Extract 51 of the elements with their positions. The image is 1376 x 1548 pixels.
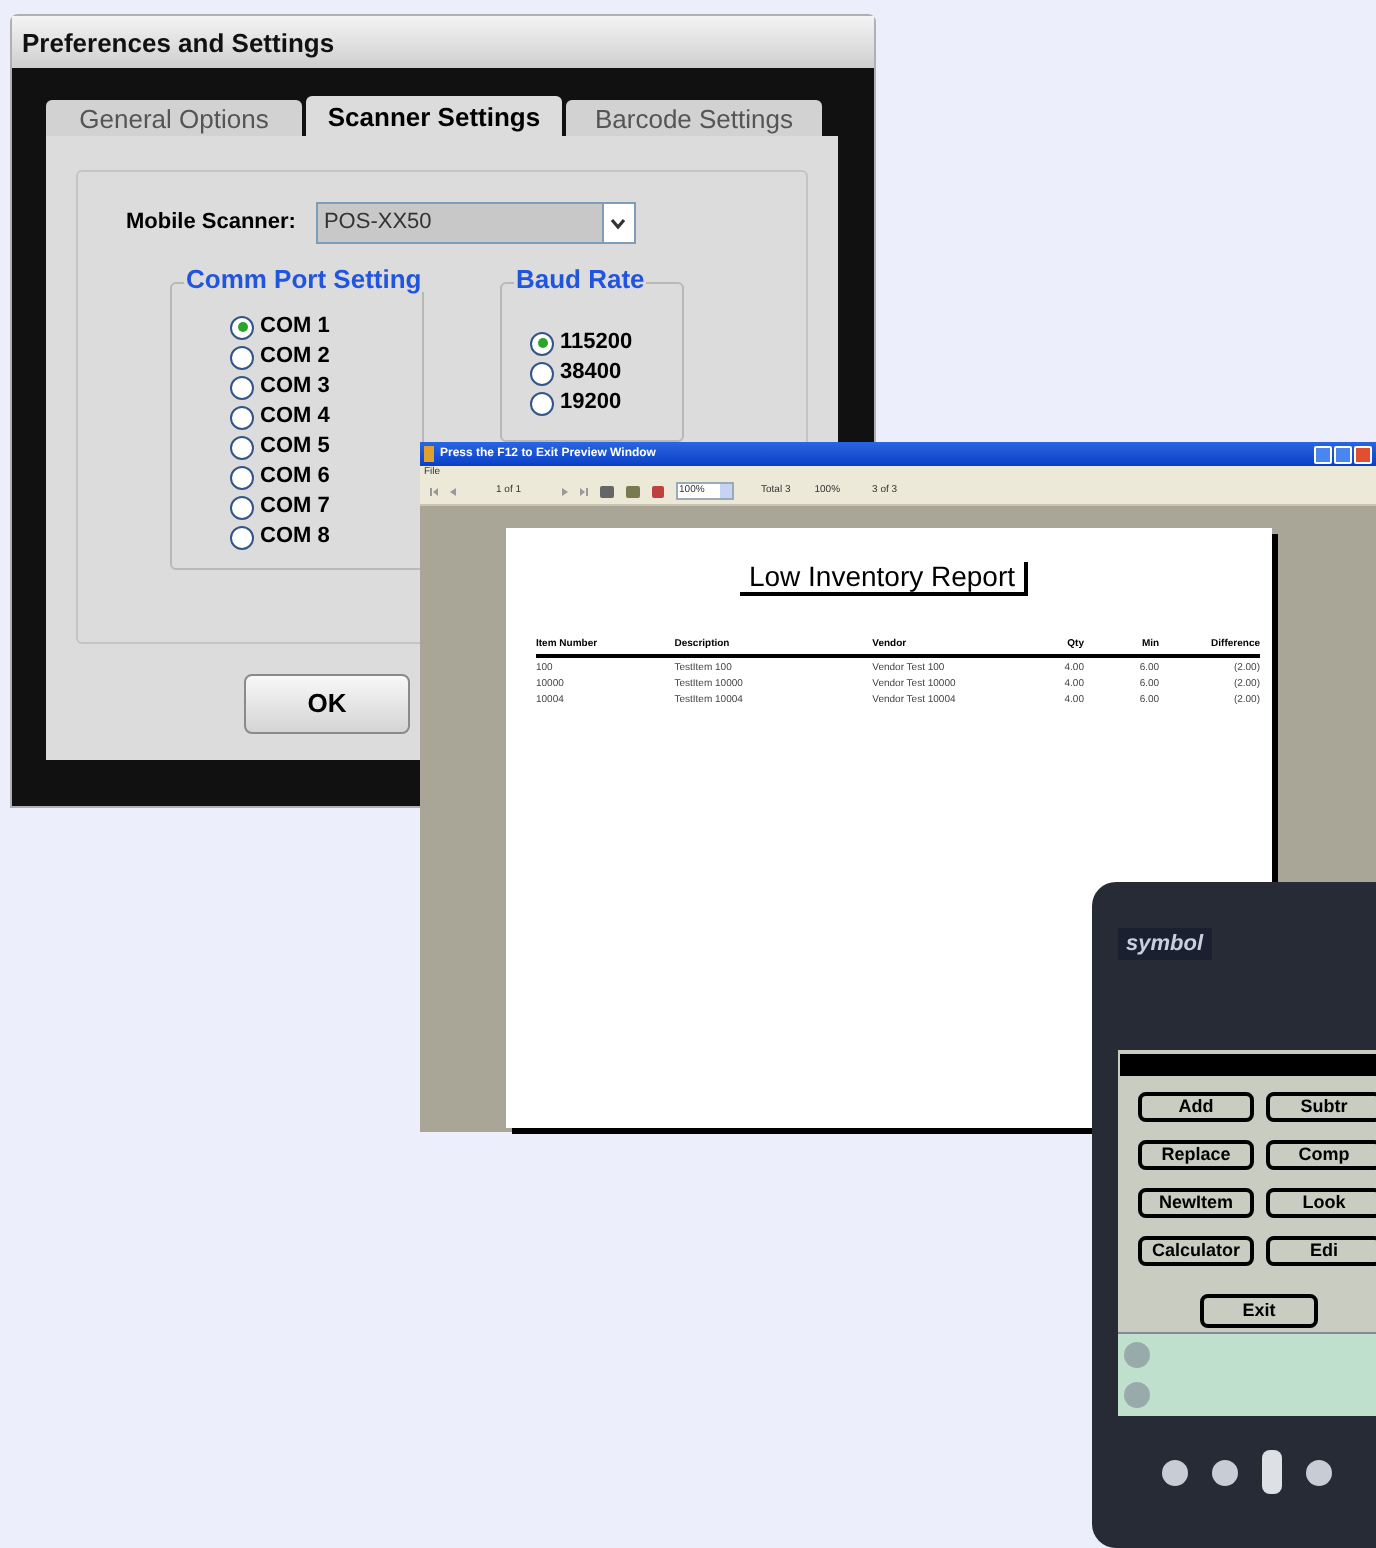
radio-button[interactable]: [230, 435, 254, 459]
radio-label: COM 1: [260, 316, 330, 338]
hardware-key-icon[interactable]: [1306, 1459, 1332, 1485]
group-title: Baud Rate: [514, 266, 647, 292]
app-icon: [424, 446, 434, 462]
device-button[interactable]: Comp: [1266, 1140, 1376, 1171]
ok-button[interactable]: OK: [244, 674, 410, 734]
device-button[interactable]: Replace: [1138, 1140, 1254, 1171]
radio-label: COM 2: [260, 346, 330, 368]
radio-label: 115200: [560, 332, 633, 354]
tab[interactable]: Barcode Settings: [566, 100, 822, 136]
device-button[interactable]: Calculator: [1138, 1236, 1254, 1267]
radio-label: COM 4: [260, 406, 330, 428]
minimize-icon[interactable]: [1314, 445, 1332, 463]
radio-label: COM 8: [260, 526, 330, 548]
tab[interactable]: General Options: [46, 100, 302, 136]
scanner-select[interactable]: POS-XX50: [315, 202, 636, 244]
radio-button[interactable]: [230, 495, 254, 519]
device-button[interactable]: Exit: [1200, 1294, 1318, 1329]
device-button[interactable]: Edi: [1266, 1236, 1376, 1267]
field-label: Mobile Scanner:: [126, 208, 296, 239]
hardware-key-icon[interactable]: [1162, 1459, 1188, 1485]
radio-label: 38400: [560, 362, 622, 384]
device-button[interactable]: Add: [1138, 1092, 1254, 1123]
radio-button[interactable]: [530, 361, 554, 385]
tab[interactable]: Scanner Settings: [306, 96, 562, 136]
radio-label: 19200: [560, 392, 622, 414]
radio-button[interactable]: [230, 405, 254, 429]
report-title: Low Inventory Report: [740, 562, 1028, 596]
select-value: POS-XX50: [321, 208, 434, 239]
radio-label: COM 3: [260, 376, 330, 398]
radio-label: COM 7: [260, 496, 330, 518]
maximize-icon[interactable]: [1334, 445, 1352, 463]
phone-key-icon[interactable]: [1212, 1459, 1238, 1485]
radio-button[interactable]: [530, 391, 554, 415]
radio-label: COM 6: [260, 466, 330, 488]
radio-button[interactable]: [230, 345, 254, 369]
window-title: Preferences and Settings: [22, 29, 335, 55]
radio-button[interactable]: [230, 525, 254, 549]
group-title: Comm Port Setting: [184, 266, 424, 292]
device-button[interactable]: Subtr: [1266, 1092, 1376, 1123]
device-button[interactable]: Look: [1266, 1188, 1376, 1219]
device-button[interactable]: NewItem: [1138, 1188, 1254, 1219]
navigation-key-icon[interactable]: [1262, 1450, 1282, 1494]
radio-button[interactable]: [230, 375, 254, 399]
radio-label: COM 5: [260, 436, 330, 458]
radio-button[interactable]: [530, 331, 554, 355]
radio-button[interactable]: [230, 465, 254, 489]
close-icon[interactable]: [1354, 445, 1372, 463]
brand-logo: symbol: [1118, 928, 1212, 960]
radio-button[interactable]: [230, 315, 254, 339]
